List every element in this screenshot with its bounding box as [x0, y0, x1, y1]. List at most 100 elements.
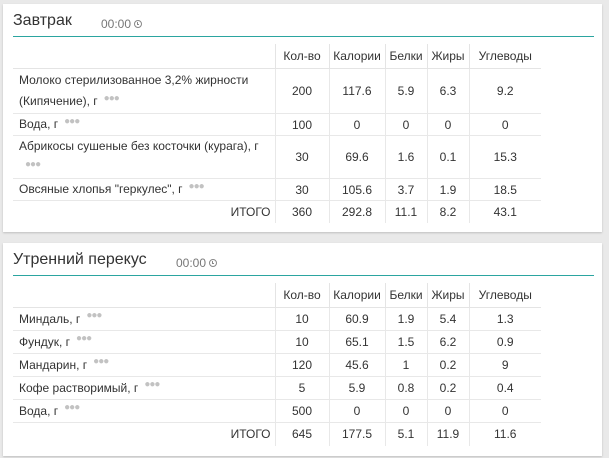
more-options-icon[interactable]: ●●●	[93, 357, 109, 367]
calories-cell: 0	[328, 399, 385, 423]
calories-cell: 45.6	[328, 353, 385, 377]
table-row[interactable]: Вода, г ●●● 500 0 0 0 0	[13, 399, 541, 423]
table-row[interactable]: Фундук, г ●●● 10 65.1 1.5 6.2 0.9	[13, 330, 541, 354]
fat-cell: 1.9	[426, 178, 469, 201]
qty-cell: 200	[274, 68, 329, 114]
calories-cell: 117.6	[328, 68, 385, 114]
food-table: Кол-во Калории Белки Жиры Углеводы Молок…	[13, 44, 541, 223]
more-options-icon[interactable]: ●●●	[104, 93, 120, 104]
food-name-cell: Абрикосы сушеные без косточки (курага), …	[13, 135, 275, 179]
meal-time-value: 00:00	[176, 256, 207, 270]
fat-cell: 0.2	[426, 353, 469, 377]
qty-cell: 120	[274, 353, 329, 377]
meal-time[interactable]: 00:00	[176, 256, 218, 270]
total-calories: 292.8	[328, 200, 385, 223]
header-name	[13, 283, 275, 308]
header-calories: Калории	[328, 44, 385, 69]
header-fat: Жиры	[426, 44, 469, 69]
fat-cell: 6.3	[426, 68, 469, 114]
carbs-cell: 0	[468, 113, 541, 136]
total-protein: 5.1	[384, 422, 427, 446]
carbs-cell: 1.3	[468, 307, 541, 331]
food-name-cell: Молоко стерилизованное 3,2% жирности (Ки…	[13, 68, 275, 114]
food-table: Кол-во Калории Белки Жиры Углеводы Минда…	[13, 283, 541, 446]
protein-cell: 1.6	[384, 135, 427, 179]
meal-time-value: 00:00	[101, 17, 132, 31]
more-options-icon[interactable]: ●●●	[64, 403, 80, 413]
protein-cell: 5.9	[384, 68, 427, 114]
food-name-cell: Мандарин, г ●●●	[13, 353, 275, 377]
table-row[interactable]: Кофе растворимый, г ●●● 5 5.9 0.8 0.2 0.4	[13, 376, 541, 400]
total-carbs: 11.6	[468, 422, 541, 446]
table-header-row: Кол-во Калории Белки Жиры Углеводы	[13, 283, 541, 308]
food-name: Миндаль, г	[19, 311, 81, 326]
table-row[interactable]: Абрикосы сушеные без косточки (курага), …	[13, 135, 541, 179]
more-options-icon[interactable]: ●●●	[25, 159, 41, 170]
more-options-icon[interactable]: ●●●	[76, 334, 92, 344]
meal-title: Утренний перекус	[13, 251, 147, 268]
table-row[interactable]: Миндаль, г ●●● 10 60.9 1.9 5.4 1.3	[13, 307, 541, 331]
food-name: Фундук, г	[19, 334, 71, 349]
food-name: Овсяные хлопья "геркулес", г	[19, 182, 183, 196]
meal-card-morning-snack: Утренний перекус 00:00 Кол-во Калории Бе…	[3, 243, 602, 456]
header-name	[13, 44, 275, 69]
header-carbs: Углеводы	[468, 44, 541, 69]
total-row: ИТОГО 360 292.8 11.1 8.2 43.1	[13, 200, 541, 223]
more-options-icon[interactable]: ●●●	[144, 380, 160, 390]
food-name-cell: Миндаль, г ●●●	[13, 307, 275, 331]
total-fat: 11.9	[426, 422, 469, 446]
qty-cell: 100	[274, 113, 329, 136]
qty-cell: 30	[274, 135, 329, 179]
carbs-cell: 0.4	[468, 376, 541, 400]
meal-header: Утренний перекус 00:00	[13, 243, 594, 276]
protein-cell: 0	[384, 113, 427, 136]
protein-cell: 3.7	[384, 178, 427, 201]
fat-cell: 0	[426, 113, 469, 136]
table-row[interactable]: Овсяные хлопья "геркулес", г ●●● 30 105.6…	[13, 178, 541, 201]
table-row[interactable]: Мандарин, г ●●● 120 45.6 1 0.2 9	[13, 353, 541, 377]
header-qty: Кол-во	[274, 283, 329, 308]
protein-cell: 1.9	[384, 307, 427, 331]
header-calories: Калории	[328, 283, 385, 308]
header-carbs: Углеводы	[468, 283, 541, 308]
total-label: ИТОГО	[230, 204, 271, 219]
carbs-cell: 18.5	[468, 178, 541, 201]
fat-cell: 0	[426, 399, 469, 423]
food-name: Кофе растворимый, г	[19, 380, 139, 395]
fat-cell: 5.4	[426, 307, 469, 331]
total-qty: 645	[274, 422, 329, 446]
more-options-icon[interactable]: ●●●	[86, 311, 102, 321]
table-row[interactable]: Молоко стерилизованное 3,2% жирности (Ки…	[13, 68, 541, 114]
carbs-cell: 9	[468, 353, 541, 377]
protein-cell: 0	[384, 399, 427, 423]
qty-cell: 10	[274, 307, 329, 331]
meal-time[interactable]: 00:00	[101, 17, 143, 31]
carbs-cell: 9.2	[468, 68, 541, 114]
table-header-row: Кол-во Калории Белки Жиры Углеводы	[13, 44, 541, 69]
total-calories: 177.5	[328, 422, 385, 446]
carbs-cell: 0	[468, 399, 541, 423]
header-qty: Кол-во	[274, 44, 329, 69]
calories-cell: 65.1	[328, 330, 385, 354]
carbs-cell: 0.9	[468, 330, 541, 354]
header-protein: Белки	[384, 283, 427, 308]
more-options-icon[interactable]: ●●●	[189, 181, 205, 192]
table-row[interactable]: Вода, г ●●● 100 0 0 0 0	[13, 113, 541, 136]
total-qty: 360	[274, 200, 329, 223]
more-options-icon[interactable]: ●●●	[64, 116, 80, 127]
calories-cell: 5.9	[328, 376, 385, 400]
qty-cell: 500	[274, 399, 329, 423]
protein-cell: 1.5	[384, 330, 427, 354]
fat-cell: 0.2	[426, 376, 469, 400]
qty-cell: 5	[274, 376, 329, 400]
fat-cell: 0.1	[426, 135, 469, 179]
carbs-cell: 15.3	[468, 135, 541, 179]
food-name: Абрикосы сушеные без косточки (курага), …	[19, 139, 259, 153]
meal-card-breakfast: Завтрак 00:00 Кол-во Калории Белки Жиры …	[3, 4, 602, 232]
protein-cell: 1	[384, 353, 427, 377]
meal-header: Завтрак 00:00	[13, 4, 594, 37]
protein-cell: 0.8	[384, 376, 427, 400]
calories-cell: 0	[328, 113, 385, 136]
meal-title: Завтрак	[13, 12, 72, 29]
food-name-cell: Вода, г ●●●	[13, 113, 275, 136]
